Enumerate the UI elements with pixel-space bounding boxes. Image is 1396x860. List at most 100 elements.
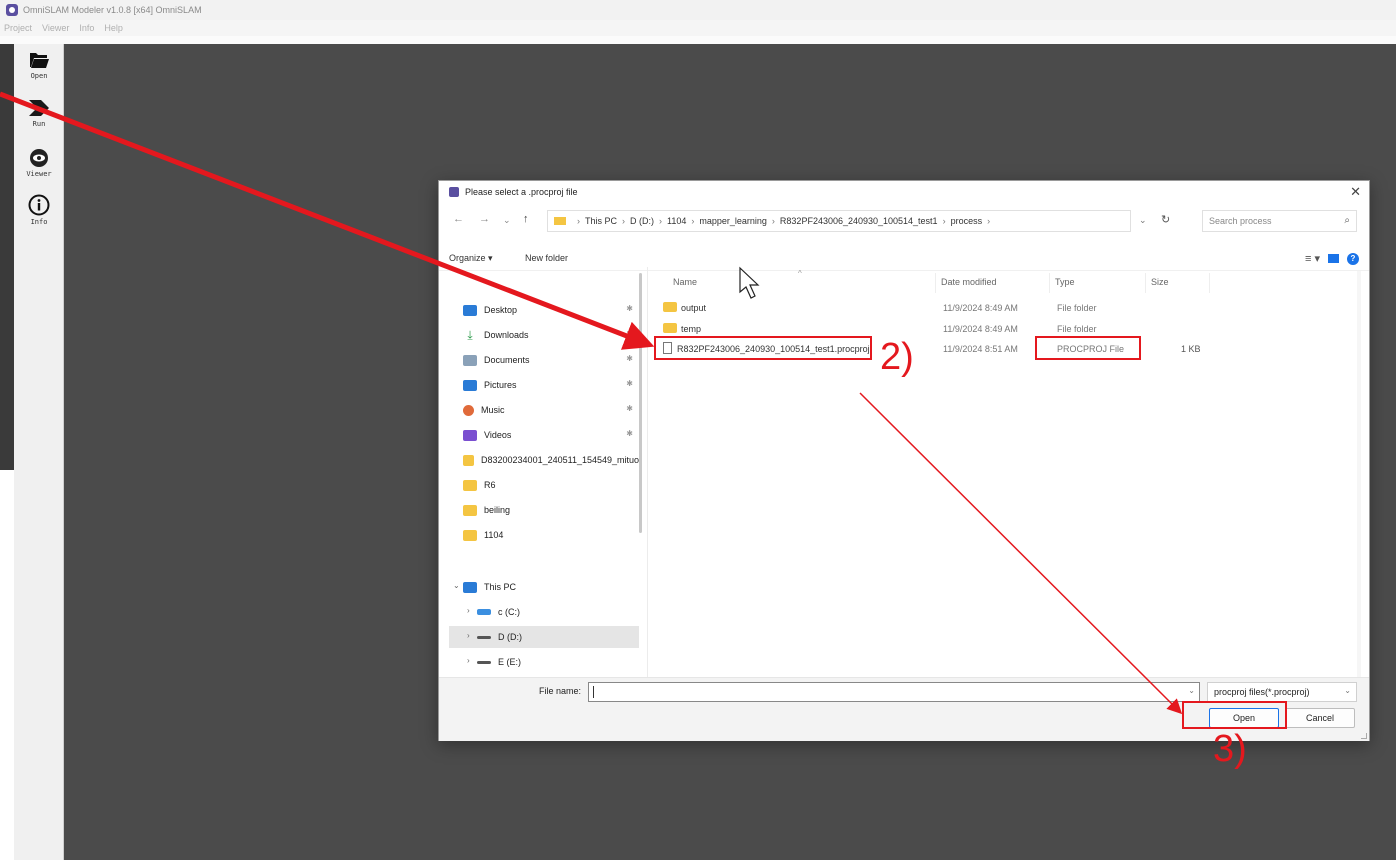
nav-item-r6[interactable]: R6 [449, 474, 639, 496]
folder-icon [663, 323, 677, 333]
pin-icon[interactable]: ✱ [626, 354, 633, 363]
refresh-icon[interactable]: ↻ [1161, 213, 1170, 226]
file-name-label: File name: [539, 686, 582, 696]
recent-chevron-icon[interactable]: ⌄ [503, 215, 511, 226]
nav-item-d-drive[interactable]: › D (D:) [449, 626, 639, 648]
pin-icon[interactable]: ✱ [626, 329, 633, 338]
file-date: 11/9/2024 8:49 AM [943, 303, 1018, 313]
nav-item-music[interactable]: Music ✱ [449, 399, 639, 421]
toolbar-info-button[interactable]: Info [14, 194, 64, 226]
breadcrumb-d-drive[interactable]: D (D:) [630, 216, 654, 226]
file-row-temp[interactable]: temp 11/9/2024 8:49 AM File folder [653, 319, 1359, 340]
organize-menu[interactable]: Organize ▾ [449, 253, 493, 264]
file-date: 11/9/2024 8:49 AM [943, 324, 1018, 334]
search-input[interactable]: Search process ⌕ [1202, 210, 1357, 232]
file-row-output[interactable]: output 11/9/2024 8:49 AM File folder [653, 298, 1359, 319]
new-folder-button[interactable]: New folder [525, 253, 568, 263]
dialog-titlebar: Please select a .procproj file [439, 181, 1369, 203]
pane-divider[interactable] [647, 267, 648, 677]
nav-item-this-pc[interactable]: ⌄ This PC [449, 576, 639, 598]
up-arrow-icon[interactable]: ↑ [523, 213, 529, 225]
dialog-close-icon[interactable]: ✕ [1350, 184, 1361, 200]
toolbar-viewer-label: Viewer [26, 170, 52, 178]
dialog-app-icon [449, 187, 459, 197]
drive-icon [477, 609, 491, 615]
file-type: PROCPROJ File [1057, 344, 1125, 354]
breadcrumb-this-pc[interactable]: This PC [585, 216, 617, 226]
nav-item-downloads[interactable]: ⤓ Downloads ✱ [449, 324, 639, 346]
nav-item-label: Desktop [484, 305, 518, 315]
file-type-filter-value: procproj files(*.procproj) [1214, 687, 1310, 697]
nav-item-c-drive[interactable]: › c (C:) [449, 601, 639, 623]
preview-pane-icon[interactable] [1328, 254, 1339, 263]
back-arrow-icon[interactable]: ← [453, 213, 464, 225]
nav-item-videos[interactable]: Videos ✱ [449, 424, 639, 446]
nav-item-mituo[interactable]: D83200234001_240511_154549_mituo [449, 449, 639, 471]
file-name-dropdown-icon[interactable]: ⌄ [1188, 686, 1195, 695]
address-dropdown-icon[interactable]: ⌄ [1139, 215, 1147, 226]
column-name[interactable]: Name [673, 277, 697, 287]
menu-help[interactable]: Help [104, 23, 123, 33]
breadcrumb-1104[interactable]: 1104 [667, 216, 686, 226]
navigation-pane: Desktop ✱ ⤓ Downloads ✱ Documents ✱ Pict… [449, 271, 639, 676]
file-type: File folder [1057, 324, 1097, 334]
nav-item-beiling[interactable]: beiling [449, 499, 639, 521]
left-dark-strip [0, 44, 14, 470]
nav-item-documents[interactable]: Documents ✱ [449, 349, 639, 371]
toolbar-viewer-button[interactable]: Viewer [14, 148, 64, 178]
address-bar[interactable]: › This PC › D (D:) › 1104 › mapper_learn… [547, 210, 1131, 232]
toolbar-open-label: Open [30, 72, 48, 80]
expand-chevron-icon[interactable]: › [467, 656, 470, 665]
nav-item-label: Documents [484, 355, 530, 365]
resize-grip-icon[interactable] [1361, 733, 1367, 739]
menu-project[interactable]: Project [4, 23, 32, 33]
nav-item-e-drive[interactable]: › E (E:) [449, 651, 639, 673]
pictures-icon [463, 379, 477, 391]
drive-icon [477, 635, 491, 639]
column-type[interactable]: Type [1055, 277, 1075, 287]
folder-icon [663, 302, 677, 312]
column-date-modified[interactable]: Date modified [941, 277, 997, 287]
command-bar: Organize ▾ New folder ≡ ▾ ? [439, 249, 1369, 271]
nav-item-desktop[interactable]: Desktop ✱ [449, 299, 639, 321]
forward-arrow-icon[interactable]: → [479, 213, 490, 225]
expand-chevron-icon[interactable]: › [467, 606, 470, 615]
pin-icon[interactable]: ✱ [626, 304, 633, 313]
file-name-input[interactable]: ⌄ [588, 682, 1200, 702]
breadcrumb-mapper-learning[interactable]: mapper_learning [699, 216, 767, 226]
file-row-procproj[interactable]: R832PF243006_240930_100514_test1.procpro… [653, 339, 1359, 360]
help-icon[interactable]: ? [1347, 252, 1359, 265]
nav-item-label: c (C:) [498, 607, 520, 617]
documents-icon [463, 354, 477, 366]
nav-item-1104[interactable]: 1104 [449, 524, 639, 546]
menu-viewer[interactable]: Viewer [42, 23, 69, 33]
nav-item-label: This PC [484, 582, 517, 592]
dialog-title: Please select a .procproj file [465, 187, 578, 197]
breadcrumb-project[interactable]: R832PF243006_240930_100514_test1 [780, 216, 938, 226]
pin-icon[interactable]: ✱ [626, 404, 633, 413]
info-icon [28, 194, 50, 216]
breadcrumb-process[interactable]: process [951, 216, 983, 226]
address-row: ← → ⌄ ↑ › This PC › D (D:) › 1104 › mapp… [439, 207, 1369, 235]
nav-item-label: E (E:) [498, 657, 522, 667]
toolbar-run-button[interactable]: Run [14, 98, 64, 128]
pin-icon[interactable]: ✱ [626, 429, 633, 438]
file-type-filter[interactable]: procproj files(*.procproj) ⌄ [1207, 682, 1357, 702]
expand-chevron-icon[interactable]: › [467, 631, 470, 640]
folder-icon [463, 504, 477, 516]
expand-chevron-icon[interactable]: ⌄ [453, 581, 460, 590]
cancel-button[interactable]: Cancel [1285, 708, 1355, 728]
nav-item-pictures[interactable]: Pictures ✱ [449, 374, 639, 396]
text-caret [593, 686, 594, 698]
toolbar-open-button[interactable]: Open [14, 50, 64, 80]
menu-info[interactable]: Info [79, 23, 94, 33]
pin-icon[interactable]: ✱ [626, 379, 633, 388]
view-options-icon[interactable]: ≡ ▾ [1305, 252, 1320, 265]
nav-scrollbar[interactable] [639, 273, 642, 533]
app-logo-icon [6, 4, 18, 16]
column-size[interactable]: Size [1151, 277, 1169, 287]
open-button[interactable]: Open [1209, 708, 1279, 728]
sort-caret-icon: ^ [798, 269, 802, 278]
drive-icon [477, 660, 491, 664]
file-list-scrollbar[interactable] [1357, 271, 1361, 679]
